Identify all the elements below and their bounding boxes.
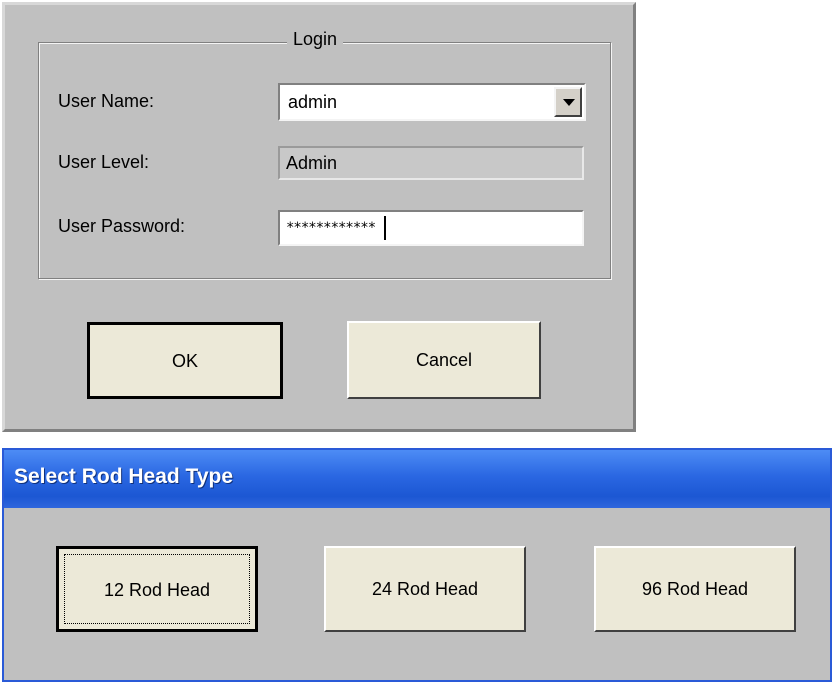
rod-head-96-label: 96 Rod Head	[641, 579, 749, 599]
cancel-button[interactable]: Cancel	[347, 321, 541, 399]
user-level-label: User Level:	[58, 152, 150, 172]
rod-head-96-button[interactable]: 96 Rod Head	[594, 546, 796, 632]
user-name-combobox[interactable]: admin	[278, 83, 586, 121]
rod-head-dialog: Select Rod Head Type 12 Rod Head 24 Rod …	[2, 448, 832, 682]
rod-head-24-button[interactable]: 24 Rod Head	[324, 546, 526, 632]
text-caret	[384, 216, 386, 240]
login-dialog: Login User Name: admin User Level: Admin…	[2, 2, 636, 432]
user-level-field: Admin	[278, 146, 584, 180]
user-name-label: User Name:	[58, 91, 155, 111]
rod-head-titlebar[interactable]: Select Rod Head Type	[4, 450, 830, 508]
user-name-dropdown-button[interactable]	[554, 87, 582, 117]
user-name-value: admin	[288, 92, 338, 112]
ok-button[interactable]: OK	[87, 322, 283, 399]
rod-head-12-button[interactable]: 12 Rod Head	[56, 546, 258, 632]
user-password-field[interactable]: ************	[278, 210, 584, 246]
focus-rectangle	[64, 554, 250, 624]
user-password-label: User Password:	[58, 216, 186, 236]
chevron-down-icon	[563, 99, 575, 106]
rod-head-24-label: 24 Rod Head	[371, 579, 479, 599]
login-group-title: Login	[287, 27, 344, 51]
user-level-value: Admin	[286, 153, 338, 173]
rod-head-title: Select Rod Head Type	[14, 465, 234, 488]
user-password-value: ************	[286, 220, 376, 236]
